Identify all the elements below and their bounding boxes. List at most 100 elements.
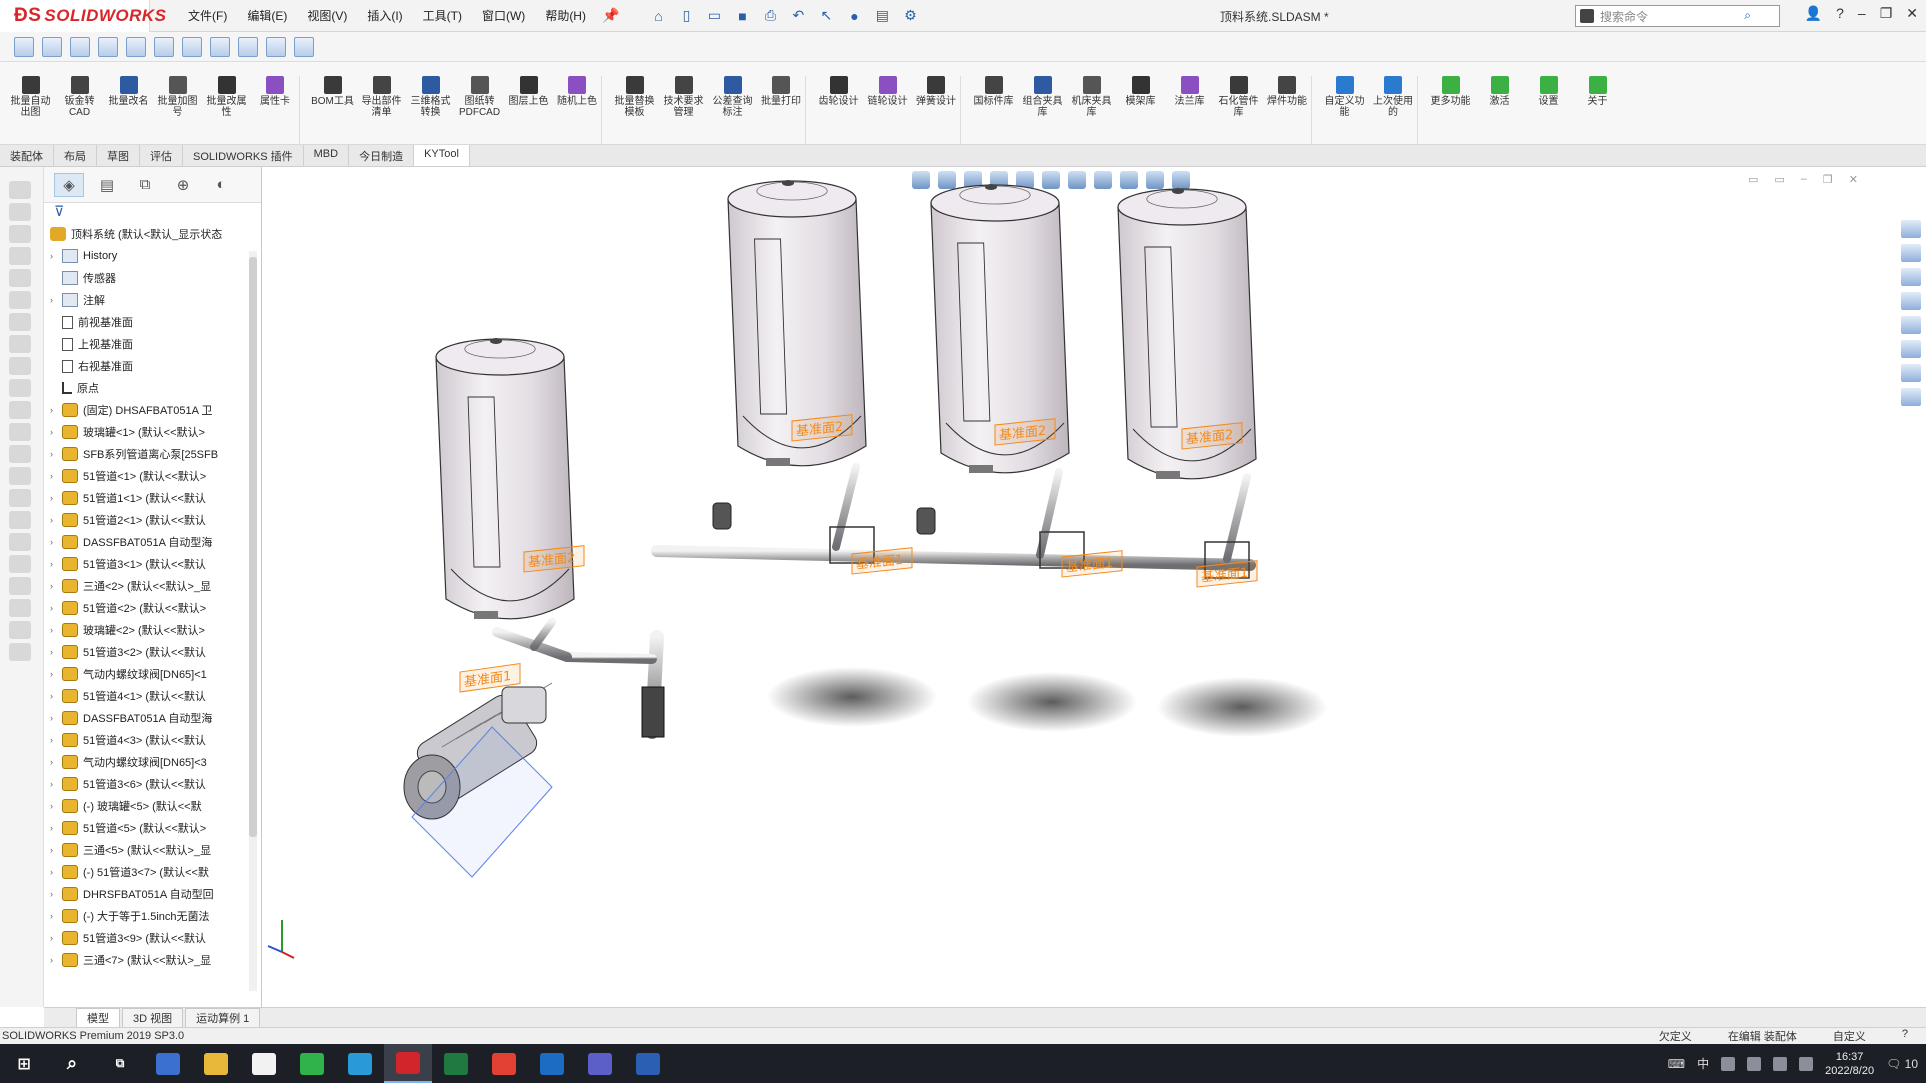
design-library-icon[interactable]	[1901, 244, 1921, 262]
insert-component-icon[interactable]	[14, 36, 34, 57]
close-icon[interactable]: ✕	[1906, 5, 1918, 22]
taskbar-teams[interactable]	[576, 1044, 624, 1083]
taskbar-excel[interactable]	[432, 1044, 480, 1083]
left-strip-tool-icon[interactable]	[9, 445, 31, 463]
command-button[interactable]: 技术要求管理	[659, 76, 708, 146]
tab-2[interactable]: 草图	[97, 145, 140, 166]
command-button[interactable]: 三维格式转换	[406, 76, 455, 146]
tree-node[interactable]: 右视基准面	[50, 355, 261, 377]
command-button[interactable]: 焊件功能	[1263, 76, 1312, 146]
taskbar-task-view[interactable]: ⧉	[96, 1044, 144, 1083]
command-button[interactable]: 导出部件清单	[357, 76, 406, 146]
view-palette-icon[interactable]	[1901, 292, 1921, 310]
left-strip-tool-icon[interactable]	[9, 225, 31, 243]
3dexperience-icon[interactable]	[1901, 388, 1921, 406]
command-button[interactable]: 批量改属性	[202, 76, 251, 146]
save-icon[interactable]: ■	[733, 7, 751, 25]
expand-toggle-icon[interactable]: ›	[50, 581, 62, 591]
view-left-icon[interactable]	[98, 36, 118, 57]
tree-node[interactable]: › (-) 51管道3<7> (默认<<默	[50, 861, 261, 883]
taskbar-edge-helper[interactable]	[336, 1044, 384, 1083]
left-strip-tool-icon[interactable]	[9, 489, 31, 507]
display-manager-tab-icon[interactable]: ◐	[206, 173, 236, 197]
tree-node[interactable]: › 51管道<1> (默认<<默认>	[50, 465, 261, 487]
scrollbar-thumb[interactable]	[249, 257, 257, 837]
command-button[interactable]: 图层上色	[504, 76, 553, 146]
tree-node[interactable]: › (-) 玻璃罐<5> (默认<<默	[50, 795, 261, 817]
left-strip-tool-icon[interactable]	[9, 621, 31, 639]
left-strip-tool-icon[interactable]	[9, 247, 31, 265]
user-icon[interactable]: 👤	[1805, 5, 1822, 22]
left-strip-tool-icon[interactable]	[9, 203, 31, 221]
tree-node[interactable]: › 51管道1<1> (默认<<默认	[50, 487, 261, 509]
search-scope-icon[interactable]	[1580, 9, 1594, 23]
command-button[interactable]: 石化管件库	[1214, 76, 1263, 146]
notification-center-icon[interactable]: 🗨 10	[1886, 1057, 1918, 1071]
tree-node[interactable]: › 注解	[50, 289, 261, 311]
tree-node[interactable]: › DASSFBAT051A 自动型海	[50, 707, 261, 729]
volume-icon[interactable]	[1773, 1056, 1788, 1071]
tree-node[interactable]: 上视基准面	[50, 333, 261, 355]
undo-icon[interactable]: ↶	[789, 7, 807, 25]
command-button[interactable]: 齿轮设计	[814, 76, 863, 146]
tree-node[interactable]: › 气动内螺纹球阀[DN65]<1	[50, 663, 261, 685]
view-right-icon[interactable]	[126, 36, 146, 57]
command-button[interactable]: BOM工具	[308, 76, 357, 146]
expand-toggle-icon[interactable]: ›	[50, 625, 62, 635]
tree-node[interactable]: › SFB系列管道离心泵[25SFB	[50, 443, 261, 465]
command-button[interactable]: 激活	[1475, 76, 1524, 146]
view-trimetric-icon[interactable]	[266, 36, 286, 57]
tab-0[interactable]: 装配体	[0, 145, 54, 166]
solidworks-logo[interactable]: ƉS SOLIDWORKS	[0, 0, 166, 32]
new-document-icon[interactable]: ▯	[677, 7, 695, 25]
search-icon[interactable]: ⌕	[1744, 8, 1751, 23]
command-button[interactable]: 属性卡	[251, 76, 300, 146]
left-strip-tool-icon[interactable]	[9, 313, 31, 331]
command-button[interactable]: 自定义功能	[1320, 76, 1369, 146]
view-bottom-icon[interactable]	[182, 36, 202, 57]
ime-indicator[interactable]: 中	[1697, 1055, 1709, 1072]
taskbar-outlook-grid[interactable]	[144, 1044, 192, 1083]
command-button[interactable]: 上次使用的	[1369, 76, 1418, 146]
configuration-manager-tab-icon[interactable]: ⧉	[130, 173, 160, 197]
left-strip-tool-icon[interactable]	[9, 643, 31, 661]
tree-node[interactable]: › 三通<2> (默认<<默认>_显	[50, 575, 261, 597]
expand-toggle-icon[interactable]: ›	[50, 823, 62, 833]
tree-node[interactable]: › 玻璃罐<1> (默认<<默认>	[50, 421, 261, 443]
left-strip-tool-icon[interactable]	[9, 357, 31, 375]
command-button[interactable]: 公差查询标注	[708, 76, 757, 146]
command-button[interactable]: 组合夹具库	[1018, 76, 1067, 146]
command-button[interactable]: 批量改名	[104, 76, 153, 146]
tree-node[interactable]: 前视基准面	[50, 311, 261, 333]
bottom-tab-1[interactable]: 3D 视图	[122, 1007, 184, 1028]
left-strip-tool-icon[interactable]	[9, 533, 31, 551]
menu-item[interactable]: 文件(F)	[180, 7, 235, 24]
taskbar-search[interactable]: ⌕	[48, 1044, 96, 1083]
command-button[interactable]: 链轮设计	[863, 76, 912, 146]
left-strip-tool-icon[interactable]	[9, 291, 31, 309]
left-strip-tool-icon[interactable]	[9, 555, 31, 573]
tree-node[interactable]: › (-) 大于等于1.5inch无菌法	[50, 905, 261, 927]
taskbar-word[interactable]	[624, 1044, 672, 1083]
expand-toggle-icon[interactable]: ›	[50, 603, 62, 613]
tree-node[interactable]: 传感器	[50, 267, 261, 289]
taskbar-notion[interactable]	[240, 1044, 288, 1083]
solidworks-forum-icon[interactable]	[1901, 364, 1921, 382]
open-icon[interactable]: ▭	[705, 7, 723, 25]
tree-node[interactable]: › History	[50, 245, 261, 267]
reference-plane[interactable]: 基准面1	[1061, 550, 1123, 578]
tree-node[interactable]: › DHRSFBAT051A 自动型回	[50, 883, 261, 905]
menu-item[interactable]: 窗口(W)	[474, 7, 533, 24]
tree-root[interactable]: 顶料系统 (默认<默认_显示状态	[50, 223, 261, 245]
file-explorer-icon[interactable]	[1901, 268, 1921, 286]
expand-toggle-icon[interactable]: ›	[50, 251, 62, 261]
home-icon[interactable]: ⌂	[649, 7, 667, 25]
tree-node[interactable]: › 51管道4<1> (默认<<默认	[50, 685, 261, 707]
tree-node[interactable]: › 51管道3<2> (默认<<默认	[50, 641, 261, 663]
menu-item[interactable]: 插入(I)	[359, 7, 410, 24]
command-button[interactable]: 模架库	[1116, 76, 1165, 146]
left-strip-tool-icon[interactable]	[9, 599, 31, 617]
expand-toggle-icon[interactable]: ›	[50, 669, 62, 679]
keyboard-icon[interactable]: ⌨	[1668, 1057, 1685, 1071]
minimize-icon[interactable]: –	[1858, 5, 1866, 22]
